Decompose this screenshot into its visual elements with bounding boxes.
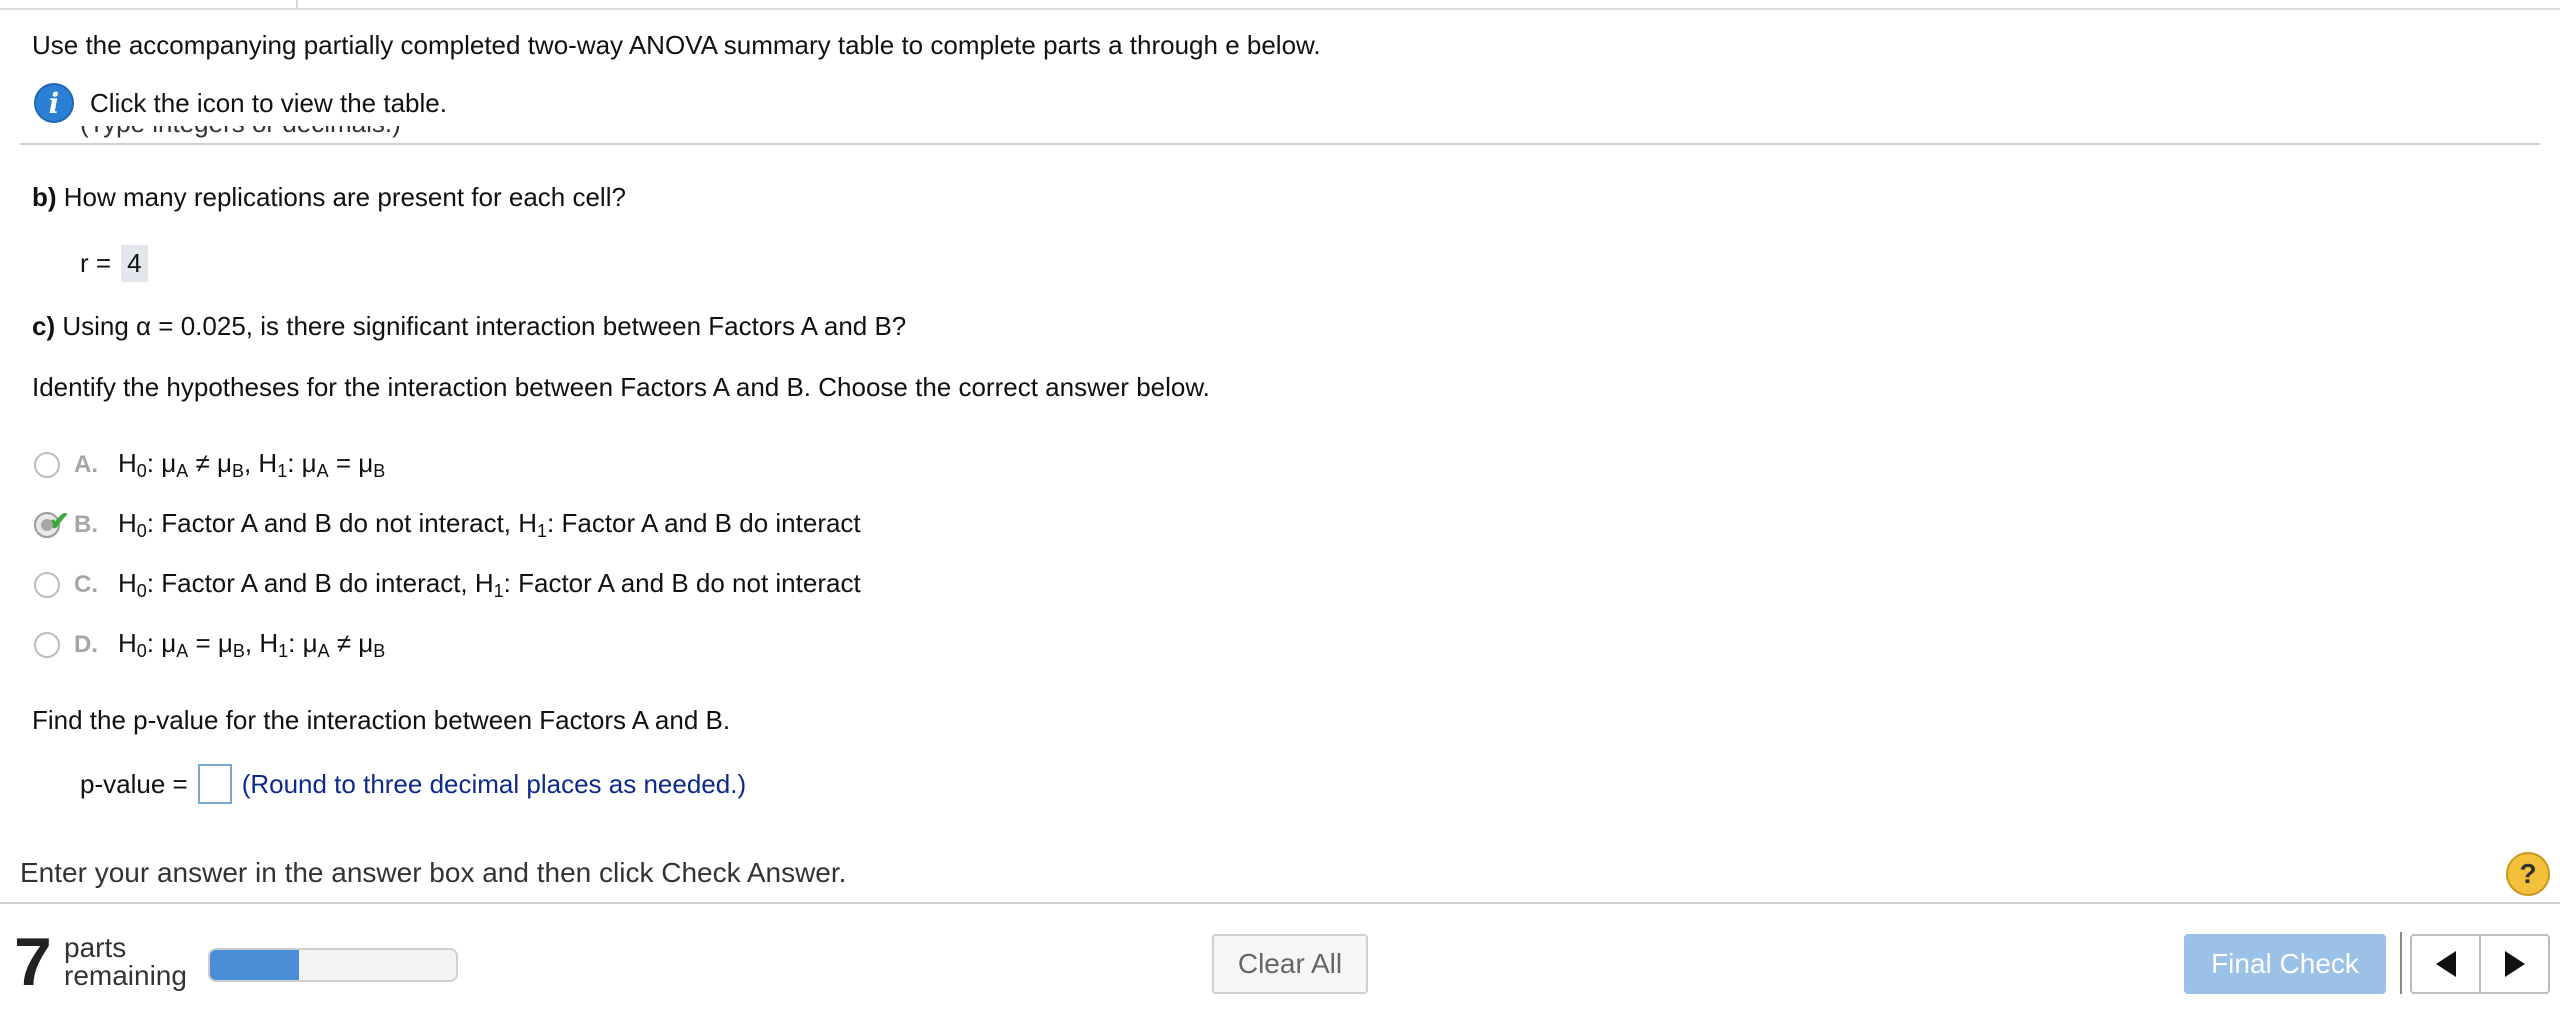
part-c-label: c) bbox=[32, 311, 56, 341]
pvalue-hint: (Round to three decimal places as needed… bbox=[241, 768, 747, 799]
radio-button[interactable] bbox=[34, 452, 60, 478]
triangle-left-icon bbox=[2435, 951, 2456, 977]
radio-button[interactable] bbox=[34, 632, 60, 658]
option-c[interactable]: C. H0: Factor A and B do interact, H1: F… bbox=[34, 565, 861, 605]
part-c-text: Using α = 0.025, is there significant in… bbox=[62, 311, 907, 341]
previous-button[interactable] bbox=[2412, 936, 2479, 992]
radio-button[interactable] bbox=[34, 572, 60, 598]
clear-all-button[interactable]: Clear All bbox=[1212, 934, 1368, 994]
pvalue-label: p-value = bbox=[80, 768, 188, 799]
hypotheses-prompt: Identify the hypotheses for the interact… bbox=[32, 372, 1210, 402]
option-d[interactable]: D. H0: μA = μB, H1: μA ≠ μB bbox=[34, 625, 385, 665]
help-button[interactable]: ? bbox=[2506, 852, 2550, 896]
part-b-label: b) bbox=[32, 182, 57, 212]
parts-remaining-label: parts remaining bbox=[64, 934, 187, 990]
progress-bar bbox=[208, 948, 458, 982]
option-letter: B. bbox=[74, 511, 98, 538]
parts-label-line-2: remaining bbox=[64, 960, 187, 991]
checkmark-icon: ✔ bbox=[48, 506, 70, 536]
info-row: i Click the icon to view the table. bbox=[34, 83, 447, 123]
option-a[interactable]: A. H0: μA ≠ μB, H1: μA = μB bbox=[34, 445, 385, 485]
parts-label-line-1: parts bbox=[64, 932, 127, 963]
option-letter: C. bbox=[74, 571, 98, 598]
pvalue-row: p-value = (Round to three decimal places… bbox=[80, 763, 746, 805]
option-text: H0: Factor A and B do not interact, H1: … bbox=[118, 508, 861, 541]
option-letter: D. bbox=[74, 631, 98, 658]
answer-instruction: Enter your answer in the answer box and … bbox=[20, 857, 847, 888]
radio-button-selected[interactable]: ✔ bbox=[34, 506, 70, 538]
parts-remaining-count: 7 bbox=[14, 924, 52, 1000]
nav-separator bbox=[2400, 932, 2402, 994]
clipped-instruction: (Type integers or decimals.) bbox=[80, 126, 420, 144]
option-text: H0: μA ≠ μB, H1: μA = μB bbox=[118, 448, 386, 481]
info-icon[interactable]: i bbox=[34, 83, 74, 123]
r-label: r = bbox=[80, 247, 112, 278]
next-button[interactable] bbox=[2479, 936, 2548, 992]
triangle-right-icon bbox=[2504, 951, 2525, 977]
option-text: H0: Factor A and B do interact, H1: Fact… bbox=[118, 568, 861, 601]
r-value: 4 bbox=[121, 244, 148, 282]
section-divider bbox=[20, 143, 2540, 145]
part-b-question: b) How many replications are present for… bbox=[32, 182, 626, 213]
footer-border bbox=[0, 902, 2560, 904]
pvalue-input[interactable] bbox=[197, 764, 232, 804]
top-tick-divider bbox=[296, 0, 298, 8]
option-text: H0: μA = μB, H1: μA ≠ μB bbox=[118, 628, 386, 661]
r-answer-row: r = 4 bbox=[80, 243, 148, 283]
info-text: Click the icon to view the table. bbox=[90, 87, 447, 118]
clipped-instruction-text: (Type integers or decimals.) bbox=[80, 126, 420, 139]
intro-text: Use the accompanying partially completed… bbox=[32, 30, 1321, 60]
final-check-button[interactable]: Final Check bbox=[2184, 934, 2386, 994]
pvalue-prompt: Find the p-value for the interaction bet… bbox=[32, 705, 731, 735]
progress-bar-fill bbox=[210, 950, 299, 980]
part-b-text: How many replications are present for ea… bbox=[63, 182, 626, 212]
question-nav bbox=[2410, 934, 2550, 994]
part-c-question: c) Using α = 0.025, is there significant… bbox=[32, 311, 906, 342]
option-b[interactable]: ✔ B. H0: Factor A and B do not interact,… bbox=[34, 505, 861, 545]
option-letter: A. bbox=[74, 451, 98, 478]
top-border bbox=[0, 8, 2560, 10]
